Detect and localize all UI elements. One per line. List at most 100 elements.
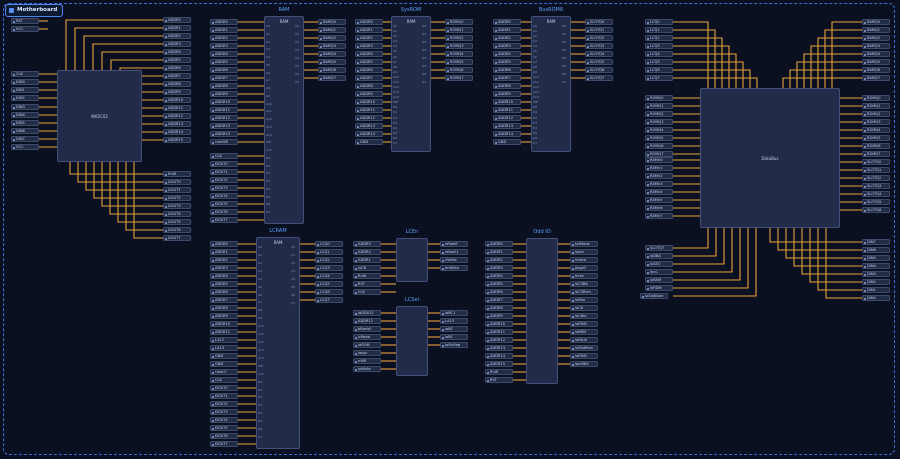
wire[interactable] (673, 228, 749, 289)
net-label[interactable]: ROMQ0 (645, 95, 673, 101)
net-label[interactable]: ROMQ5 (445, 59, 473, 65)
net-label[interactable]: DIN4 (862, 263, 890, 269)
net-label[interactable]: CLK (210, 153, 238, 159)
wire[interactable] (785, 228, 862, 259)
wire[interactable] (673, 228, 709, 249)
wire[interactable] (673, 69, 751, 88)
net-label[interactable]: RST (11, 18, 39, 24)
net-label[interactable]: ADDR0 (163, 17, 191, 23)
net-label[interactable]: ADDR13 (485, 345, 513, 351)
net-label[interactable]: ADDR7 (163, 73, 191, 79)
net-label[interactable]: ADDR10 (485, 321, 513, 327)
net-label[interactable]: CLK (11, 71, 39, 77)
net-label[interactable]: ROMQ4 (645, 127, 673, 133)
net-label[interactable]: ADDR12 (485, 337, 513, 343)
net-label[interactable]: ROMQ3 (445, 43, 473, 49)
net-label[interactable]: ADDR9 (493, 91, 521, 97)
net-label[interactable]: RAMQ0 (862, 19, 890, 25)
net-label[interactable]: DIN2 (11, 95, 39, 101)
net-label[interactable]: ADDR1 (210, 27, 238, 33)
net-label[interactable]: ROMQ3 (645, 119, 673, 125)
net-label[interactable]: ADDR5 (210, 59, 238, 65)
net-label[interactable]: ADDR0 (210, 241, 238, 247)
net-label[interactable]: LCQ6 (645, 67, 673, 73)
net-label[interactable]: ADDR2 (355, 35, 383, 41)
net-label[interactable]: ADDR7 (355, 75, 383, 81)
net-label[interactable]: LCQ3 (645, 43, 673, 49)
wire[interactable] (673, 45, 730, 88)
net-label[interactable]: ADDR10 (210, 321, 238, 327)
net-label[interactable]: RAMn2 (645, 173, 673, 179)
net-label[interactable]: ROMQ6 (645, 143, 673, 149)
net-label[interactable]: CLK (353, 289, 381, 295)
net-label[interactable]: ADDR5 (210, 281, 238, 287)
net-label[interactable]: mixed (570, 257, 598, 263)
net-label[interactable]: ADDR7 (485, 297, 513, 303)
net-label[interactable]: ioDD012 (353, 310, 381, 316)
net-label[interactable]: txtMode (570, 241, 598, 247)
net-label[interactable]: ADDR9 (355, 91, 383, 97)
net-label[interactable]: ADDR7 (210, 297, 238, 303)
net-label[interactable]: ADDR14 (163, 129, 191, 135)
net-label[interactable]: ADDR4 (493, 51, 521, 57)
net-label[interactable]: SLOTQ0 (585, 19, 613, 25)
net-label[interactable]: ROMQ6 (445, 67, 473, 73)
net-label[interactable]: ADDR0 (355, 19, 383, 25)
wire[interactable] (824, 29, 862, 88)
wire[interactable] (83, 35, 163, 70)
net-label[interactable]: DOUT5 (163, 219, 191, 225)
net-label[interactable]: DOUT4 (163, 211, 191, 217)
net-label[interactable]: ioRDM (645, 285, 673, 291)
net-label[interactable]: ROMQ5 (645, 135, 673, 141)
net-label[interactable]: enWrite (440, 265, 468, 271)
net-label[interactable]: RST (353, 281, 381, 287)
net-label[interactable]: RnW (163, 171, 191, 177)
net-label[interactable]: DOUT1 (210, 393, 238, 399)
net-label[interactable]: ROMQ5 (862, 135, 890, 141)
net-label[interactable]: RAMQ6 (862, 67, 890, 73)
net-label[interactable]: ADDR10 (355, 99, 383, 105)
net-label[interactable]: DOUT0 (163, 179, 191, 185)
net-label[interactable]: ADDR3 (493, 43, 521, 49)
net-label[interactable]: ROMQ0 (862, 95, 890, 101)
net-label[interactable]: ADDR4 (163, 49, 191, 55)
net-label[interactable]: DIN7 (862, 239, 890, 245)
net-label[interactable]: ADDR11 (210, 107, 238, 113)
net-label[interactable]: ADDR8 (210, 83, 238, 89)
net-label[interactable]: DOUT3 (210, 409, 238, 415)
net-label[interactable]: page2 (570, 265, 598, 271)
net-label[interactable]: DOUT3 (210, 185, 238, 191)
net-label[interactable]: LCQ7 (645, 75, 673, 81)
net-label[interactable]: RAMQ6 (318, 67, 346, 73)
net-label[interactable]: ADDR5 (163, 57, 191, 63)
net-label[interactable]: DOUT4 (210, 193, 238, 199)
net-label[interactable]: LCQ0 (315, 241, 343, 247)
net-label[interactable]: ADDR2 (493, 35, 521, 41)
net-label[interactable]: ADDR0 (210, 19, 238, 25)
wire[interactable] (777, 228, 862, 251)
net-label[interactable]: ROMQ3 (862, 119, 890, 125)
net-label[interactable]: ADDR6 (210, 67, 238, 73)
net-label[interactable]: ADDR4 (210, 273, 238, 279)
net-label[interactable]: DIN3 (11, 104, 39, 110)
net-label[interactable]: ADDR1 (355, 27, 383, 33)
net-label[interactable]: ROMQ4 (862, 127, 890, 133)
net-label[interactable]: LCQ1 (645, 27, 673, 33)
net-label[interactable]: iploRB0 (570, 361, 598, 367)
wire[interactable] (793, 228, 862, 267)
net-label[interactable]: ADDR8 (493, 83, 521, 89)
net-label[interactable]: ADDR11 (493, 107, 521, 113)
component-lcsel[interactable] (396, 306, 428, 376)
net-label[interactable]: RnW (485, 369, 513, 375)
net-label[interactable]: RAMQ5 (318, 59, 346, 65)
net-label[interactable]: ADDR3 (163, 41, 191, 47)
net-label[interactable]: ROMQ1 (862, 103, 890, 109)
net-label[interactable]: DOUT0 (210, 385, 238, 391)
wire[interactable] (673, 53, 737, 88)
net-label[interactable]: RAMQ7 (862, 75, 890, 81)
net-label[interactable]: ioC8 (353, 265, 381, 271)
wire[interactable] (92, 43, 163, 70)
net-label[interactable]: DOUT6 (163, 227, 191, 233)
net-label[interactable]: ADDR6 (355, 67, 383, 73)
net-label[interactable]: DIN5 (11, 120, 39, 126)
